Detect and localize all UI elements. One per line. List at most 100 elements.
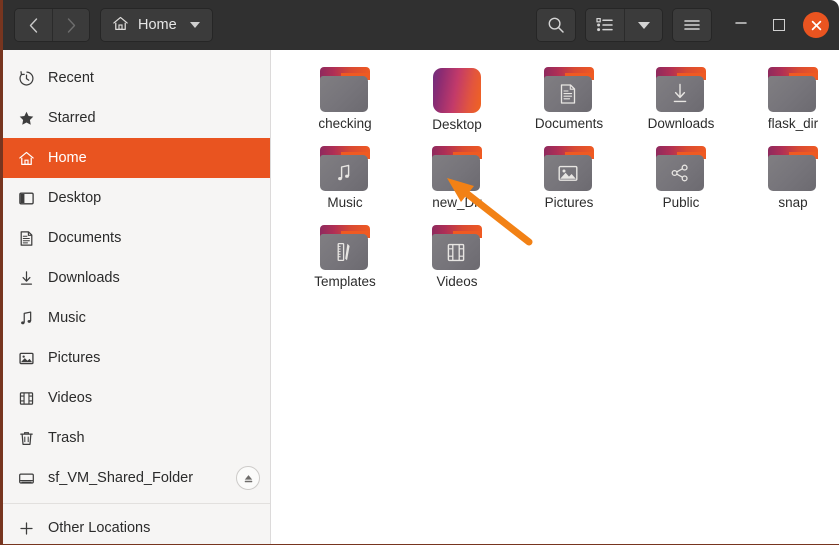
file-item-checking[interactable]: checking bbox=[289, 64, 401, 143]
sidebar-item-label: Other Locations bbox=[48, 520, 151, 536]
file-item-downloads[interactable]: Downloads bbox=[625, 64, 737, 143]
forward-button[interactable] bbox=[52, 9, 89, 41]
folder-plain-icon bbox=[431, 146, 483, 191]
list-view-icon bbox=[596, 18, 613, 32]
chevron-down-icon bbox=[637, 21, 650, 29]
sidebar-item-trash[interactable]: Trash bbox=[3, 418, 270, 458]
image-glyph-icon bbox=[558, 165, 578, 181]
sidebar-item-other-locations[interactable]: Other Locations bbox=[3, 508, 270, 544]
film-icon bbox=[17, 389, 35, 407]
chevron-right-icon bbox=[67, 17, 75, 33]
file-label: Pictures bbox=[544, 195, 594, 210]
file-grid-area[interactable]: checking Desktop Documents Downloads fla… bbox=[271, 50, 839, 544]
file-item-templates[interactable]: Templates bbox=[289, 222, 401, 301]
plus-icon bbox=[17, 519, 35, 537]
sidebar-item-music[interactable]: Music bbox=[3, 298, 270, 338]
sidebar-item-label: Pictures bbox=[48, 350, 101, 366]
file-item-snap[interactable]: snap bbox=[737, 143, 839, 222]
trash-icon bbox=[17, 429, 35, 447]
file-manager-window: Home Recent Starred Home Desktop Documen… bbox=[0, 0, 839, 545]
sidebar-item-pictures[interactable]: Pictures bbox=[3, 338, 270, 378]
file-label: Music bbox=[327, 195, 363, 210]
header-bar: Home bbox=[3, 0, 839, 50]
view-dropdown-button[interactable] bbox=[624, 9, 662, 41]
folder-plain-icon bbox=[319, 67, 371, 112]
sidebar-item-desktop[interactable]: Desktop bbox=[3, 178, 270, 218]
search-button[interactable] bbox=[537, 9, 575, 41]
sidebar-item-label: Home bbox=[48, 150, 87, 166]
sidebar-item-label: Downloads bbox=[48, 270, 120, 286]
navigation-button-group bbox=[14, 8, 90, 42]
sidebar-item-sf-vm-shared-folder[interactable]: sf_VM_Shared_Folder bbox=[3, 458, 270, 498]
file-item-music[interactable]: Music bbox=[289, 143, 401, 222]
search-icon bbox=[548, 17, 564, 33]
desktop-icon bbox=[17, 189, 35, 207]
sidebar-item-downloads[interactable]: Downloads bbox=[3, 258, 270, 298]
home-icon bbox=[17, 149, 35, 167]
file-item-documents[interactable]: Documents bbox=[513, 64, 625, 143]
file-label: checking bbox=[318, 116, 372, 131]
sidebar-item-recent[interactable]: Recent bbox=[3, 58, 270, 98]
folder-videos-icon bbox=[431, 225, 483, 270]
file-item-new-dir[interactable]: new_Dir bbox=[401, 143, 513, 222]
folder-music-icon bbox=[319, 146, 371, 191]
file-item-desktop[interactable]: Desktop bbox=[401, 64, 513, 143]
file-label: new_Dir bbox=[432, 195, 482, 210]
sidebar-item-label: Music bbox=[48, 310, 86, 326]
film-glyph-icon bbox=[447, 243, 465, 261]
share-glyph-icon bbox=[671, 164, 688, 182]
header-right-group bbox=[536, 7, 833, 43]
header-left-group: Home bbox=[14, 8, 213, 42]
sidebar-item-documents[interactable]: Documents bbox=[3, 218, 270, 258]
sidebar-item-label: sf_VM_Shared_Folder bbox=[48, 470, 194, 486]
sidebar-item-videos[interactable]: Videos bbox=[3, 378, 270, 418]
path-button-home[interactable]: Home bbox=[100, 8, 213, 42]
ruler-pencil-glyph-icon bbox=[337, 242, 350, 262]
back-button[interactable] bbox=[15, 9, 52, 41]
close-icon bbox=[811, 20, 821, 30]
sidebar-item-label: Starred bbox=[48, 110, 96, 126]
maximize-button[interactable] bbox=[761, 7, 797, 43]
file-item-public[interactable]: Public bbox=[625, 143, 737, 222]
folder-plain-icon bbox=[767, 67, 819, 112]
file-label: Templates bbox=[314, 274, 376, 289]
sidebar-divider bbox=[3, 503, 270, 504]
minimize-icon bbox=[735, 21, 747, 24]
chevron-down-icon[interactable] bbox=[189, 22, 200, 28]
sidebar-item-label: Recent bbox=[48, 70, 94, 86]
download-icon bbox=[17, 269, 35, 287]
sidebar-item-label: Documents bbox=[48, 230, 122, 246]
sidebar: Recent Starred Home Desktop Documents Do… bbox=[3, 50, 271, 544]
star-icon bbox=[17, 109, 35, 127]
sidebar-item-home[interactable]: Home bbox=[3, 138, 270, 178]
path-label: Home bbox=[138, 17, 177, 33]
folder-plain-icon bbox=[767, 146, 819, 191]
folder-share-icon bbox=[655, 146, 707, 191]
file-item-flask-dir[interactable]: flask_dir bbox=[737, 64, 839, 143]
eject-button[interactable] bbox=[236, 466, 260, 490]
file-label: Public bbox=[662, 195, 700, 210]
document-icon bbox=[17, 229, 35, 247]
hamburger-menu-icon bbox=[684, 20, 700, 30]
main-menu-button[interactable] bbox=[673, 9, 711, 41]
file-item-pictures[interactable]: Pictures bbox=[513, 143, 625, 222]
maximize-icon bbox=[773, 19, 785, 31]
file-item-videos[interactable]: Videos bbox=[401, 222, 513, 301]
file-label: Downloads bbox=[647, 116, 715, 131]
view-list-button[interactable] bbox=[586, 9, 624, 41]
view-button-group bbox=[585, 8, 663, 42]
file-grid: checking Desktop Documents Downloads fla… bbox=[289, 64, 839, 301]
music-note-glyph-icon bbox=[338, 164, 350, 181]
folder-pictures-icon bbox=[543, 146, 595, 191]
close-button[interactable] bbox=[803, 12, 829, 38]
search-button-group bbox=[536, 8, 576, 42]
minimize-button[interactable] bbox=[723, 7, 759, 43]
menu-button-group bbox=[672, 8, 712, 42]
folder-templates-icon bbox=[319, 225, 371, 270]
file-label: flask_dir bbox=[767, 116, 819, 131]
home-icon bbox=[112, 15, 129, 36]
window-body: Recent Starred Home Desktop Documents Do… bbox=[3, 50, 839, 544]
sidebar-item-starred[interactable]: Starred bbox=[3, 98, 270, 138]
sidebar-item-label: Desktop bbox=[48, 190, 102, 206]
download-glyph-icon bbox=[673, 83, 687, 103]
